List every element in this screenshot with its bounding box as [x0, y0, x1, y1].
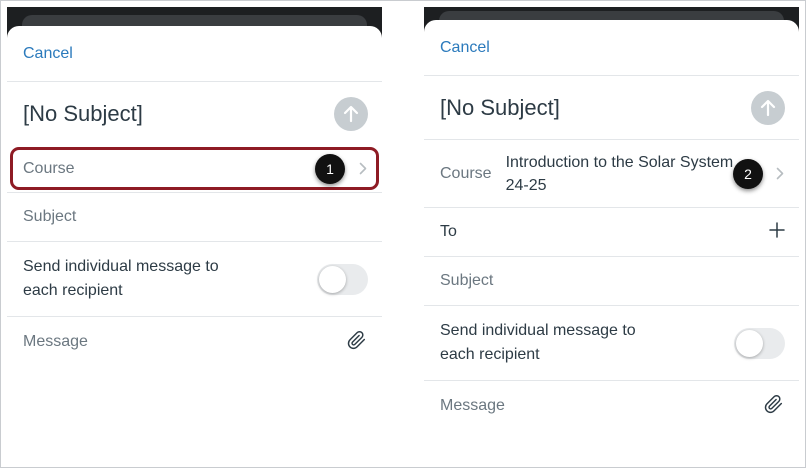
toggle-knob — [736, 329, 763, 357]
paperclip-icon[interactable] — [346, 329, 368, 356]
step-badge: 1 — [315, 154, 345, 184]
arrow-up-icon — [343, 105, 359, 122]
plus-icon[interactable] — [769, 221, 785, 243]
arrow-up-icon — [760, 99, 776, 116]
message-label: Message — [440, 397, 505, 414]
send-button[interactable] — [751, 90, 785, 125]
compose-panel-before: Cancel [No Subject] Course 1 Subject Sen… — [7, 7, 382, 461]
to-label: To — [440, 223, 457, 240]
toggle-knob — [319, 265, 346, 293]
subject-field[interactable]: Subject — [424, 257, 799, 306]
compose-panel-after: Cancel [No Subject] Course Introduction … — [424, 7, 799, 461]
individual-message-row: Send individual message to each recipien… — [7, 242, 382, 317]
chevron-right-icon — [775, 167, 785, 181]
cancel-button[interactable]: Cancel — [440, 39, 490, 57]
page-title: [No Subject] — [440, 94, 560, 120]
title-row: [No Subject] — [424, 76, 799, 139]
subject-label: Subject — [23, 208, 77, 225]
title-row: [No Subject] — [7, 82, 382, 145]
individual-message-toggle[interactable] — [317, 263, 368, 295]
subject-label: Subject — [440, 272, 494, 289]
individual-message-toggle[interactable] — [734, 327, 785, 359]
course-picker[interactable]: Course 1 — [7, 145, 382, 193]
individual-message-label: Send individual message to each recipien… — [23, 258, 219, 299]
course-picker[interactable]: Course Introduction to the Solar System … — [424, 139, 799, 208]
header-bar: Cancel — [7, 26, 382, 82]
to-field[interactable]: To — [424, 208, 799, 257]
individual-message-label: Send individual message to each recipien… — [440, 322, 636, 363]
subject-field[interactable]: Subject — [7, 193, 382, 242]
message-field[interactable]: Message — [424, 381, 799, 431]
course-label: Course — [23, 159, 75, 177]
compose-sheet: Cancel [No Subject] Course Introduction … — [424, 20, 799, 461]
course-label: Course — [440, 164, 492, 182]
step-badge: 2 — [733, 159, 763, 189]
page-title: [No Subject] — [23, 100, 143, 126]
header-bar: Cancel — [424, 20, 799, 76]
individual-message-row: Send individual message to each recipien… — [424, 306, 799, 381]
chevron-right-icon — [358, 162, 368, 176]
message-field[interactable]: Message — [7, 317, 382, 367]
cancel-button[interactable]: Cancel — [23, 45, 73, 63]
message-label: Message — [23, 333, 88, 350]
course-value: Introduction to the Solar System 24-25 — [505, 153, 734, 194]
send-button[interactable] — [334, 96, 368, 131]
compose-sheet: Cancel [No Subject] Course 1 Subject Sen… — [7, 26, 382, 461]
paperclip-icon[interactable] — [763, 393, 785, 420]
